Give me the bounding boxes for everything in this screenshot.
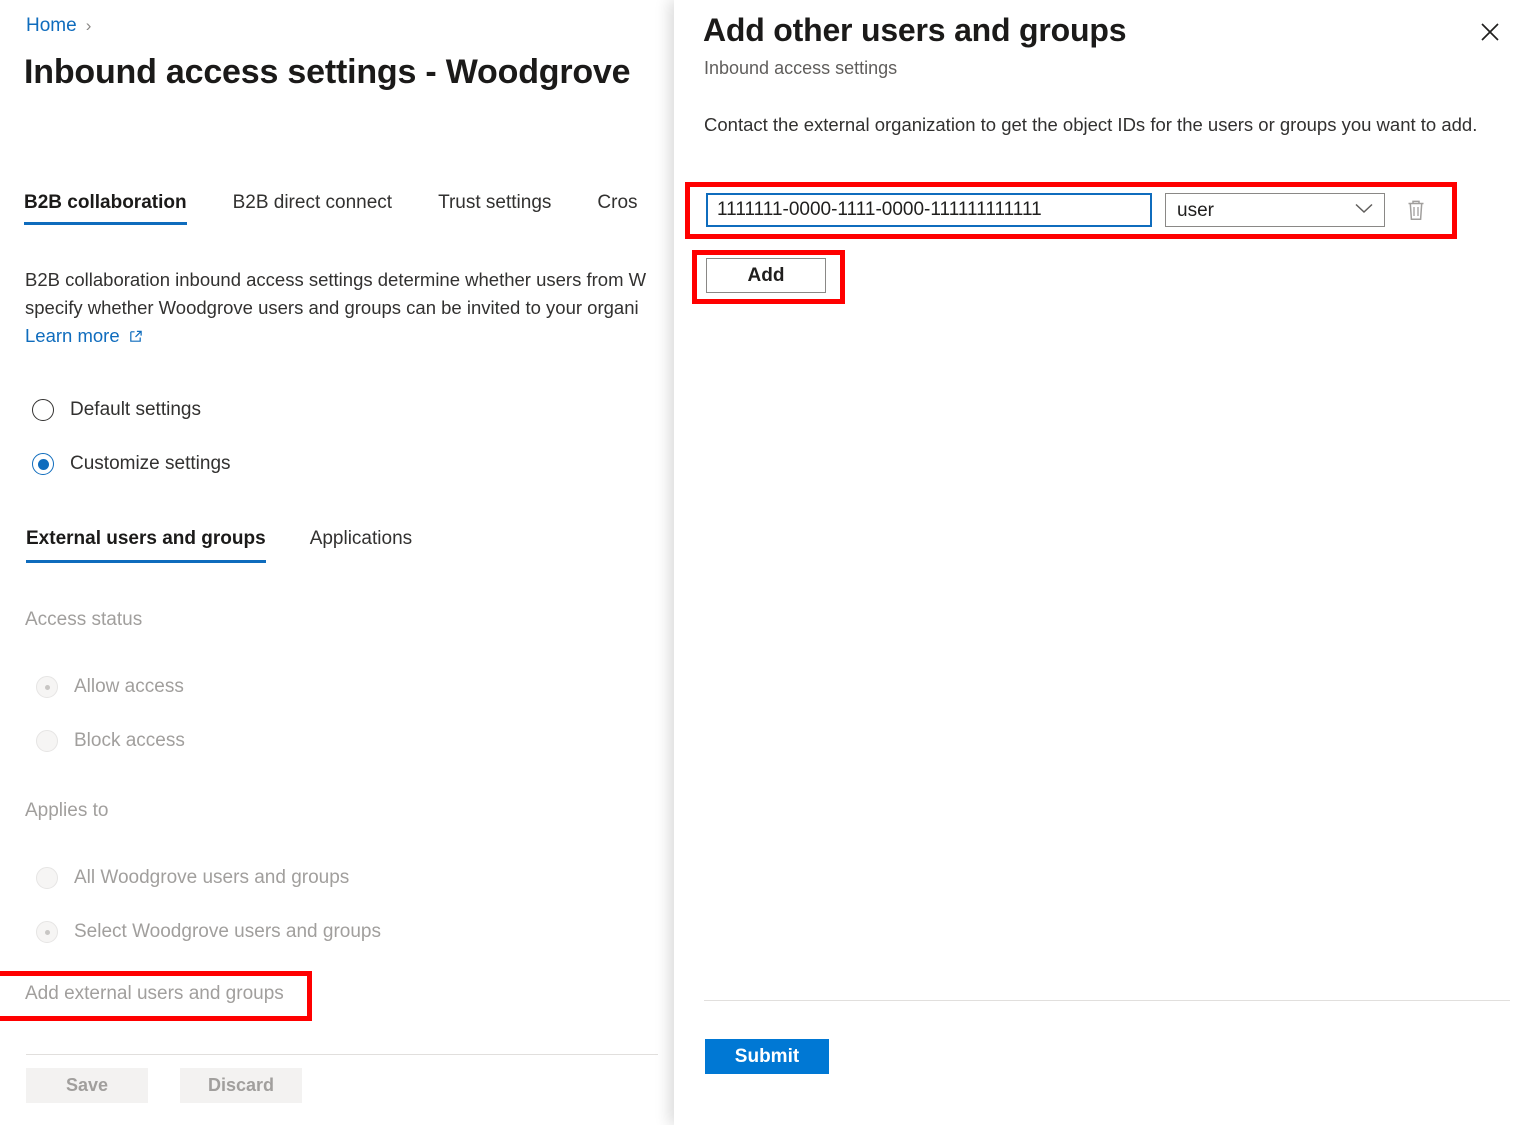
page-title: Inbound access settings - Woodgrove [24,53,630,92]
page-description: B2B collaboration inbound access setting… [25,266,674,322]
sub-tabstrip: External users and groups Applications [26,528,434,563]
radio-indicator [32,399,54,421]
object-id-row: user group [706,193,1433,227]
radio-allow-access: Allow access [36,676,184,698]
add-users-and-groups-panel: Add other users and groups Inbound acces… [674,0,1525,1125]
footer-buttons: Save Discard [26,1068,302,1103]
tab-b2b-direct-connect[interactable]: B2B direct connect [210,192,415,225]
radio-indicator [36,676,58,698]
learn-more-label: Learn more [25,322,120,350]
footer-divider [26,1054,658,1055]
panel-title: Add other users and groups [703,12,1126,49]
access-status-label: Access status [25,609,142,631]
panel-description: Contact the external organization to get… [704,111,1494,139]
close-icon[interactable] [1469,11,1511,53]
principal-type-select-wrapper: user group [1165,193,1385,227]
tab-trust-settings[interactable]: Trust settings [415,192,574,225]
radio-block-access-label: Block access [74,730,185,752]
radio-all-woodgrove-users: All Woodgrove users and groups [36,867,349,889]
subtab-external-users-and-groups[interactable]: External users and groups [26,528,288,563]
radio-default-settings[interactable]: Default settings [32,399,201,421]
principal-type-select[interactable]: user group [1165,193,1385,227]
applies-to-label: Applies to [25,800,108,822]
radio-customize-settings[interactable]: Customize settings [32,453,231,475]
main-tabstrip: B2B collaboration B2B direct connect Tru… [24,192,661,225]
radio-indicator [36,730,58,752]
save-button[interactable]: Save [26,1068,148,1103]
breadcrumb-home-link[interactable]: Home [26,13,77,39]
page-description-line1: B2B collaboration inbound access setting… [25,269,646,290]
radio-customize-settings-label: Customize settings [70,453,231,475]
panel-footer-divider [704,1000,1510,1001]
submit-button[interactable]: Submit [705,1039,829,1074]
add-external-users-and-groups-link[interactable]: Add external users and groups [25,983,284,1005]
radio-indicator [36,921,58,943]
radio-indicator [36,867,58,889]
radio-select-woodgrove-users: Select Woodgrove users and groups [36,921,381,943]
breadcrumb: Home › [26,13,91,39]
radio-default-settings-label: Default settings [70,399,201,421]
page-description-line2: specify whether Woodgrove users and grou… [25,297,639,318]
radio-block-access: Block access [36,730,185,752]
radio-indicator [32,453,54,475]
subtab-applications[interactable]: Applications [288,528,434,563]
tab-cross-tenant-sync[interactable]: Cros [574,192,660,225]
radio-all-woodgrove-users-label: All Woodgrove users and groups [74,867,349,889]
object-id-input[interactable] [706,193,1152,227]
panel-subtitle: Inbound access settings [704,58,897,79]
delete-icon[interactable] [1399,193,1433,227]
background-page: Home › Inbound access settings - Woodgro… [0,0,674,1125]
add-button[interactable]: Add [706,258,826,293]
external-link-icon [128,329,143,344]
chevron-right-icon: › [86,13,92,39]
tab-b2b-collaboration[interactable]: B2B collaboration [24,192,210,225]
radio-select-woodgrove-users-label: Select Woodgrove users and groups [74,921,381,943]
learn-more-link[interactable]: Learn more [25,322,143,350]
discard-button[interactable]: Discard [180,1068,302,1103]
radio-allow-access-label: Allow access [74,676,184,698]
